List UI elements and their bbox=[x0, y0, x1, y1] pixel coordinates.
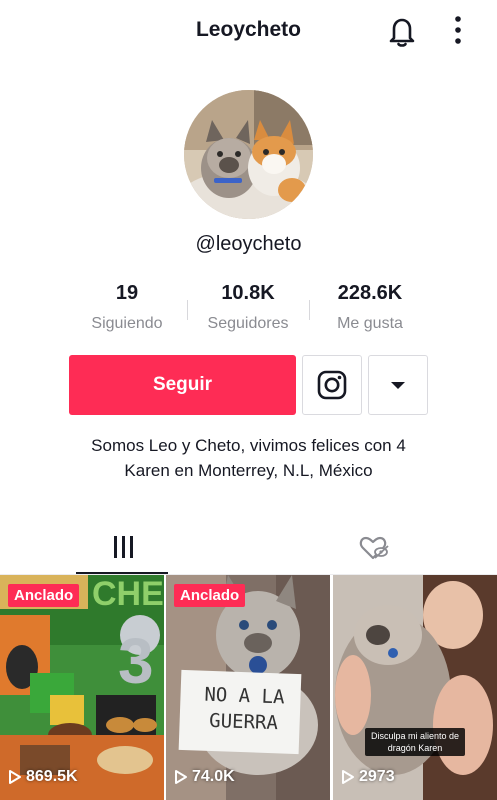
dropdown-button[interactable] bbox=[368, 355, 428, 415]
pinned-badge: Anclado bbox=[174, 584, 246, 607]
stat-label: Siguiendo bbox=[91, 315, 163, 332]
stat-followers[interactable]: 10.8K Seguidores bbox=[188, 282, 308, 333]
video-tile[interactable]: CHE 3 Anclado 869.5K bbox=[0, 575, 164, 800]
stat-value: 228.6K bbox=[337, 282, 403, 304]
bio-line: Karen en Monterrey, N.L, México bbox=[124, 461, 373, 480]
video-tile[interactable]: NO A LA GUERRA Anclado 74.0K bbox=[166, 575, 330, 800]
play-icon bbox=[175, 770, 187, 784]
page-title: Leoycheto bbox=[195, 18, 302, 41]
more-options-icon[interactable] bbox=[446, 14, 470, 48]
videos-grid-icon bbox=[114, 536, 133, 558]
video-caption: Disculpa mi aliento de dragón Karen bbox=[365, 728, 465, 756]
play-icon bbox=[9, 770, 21, 784]
stat-value: 10.8K bbox=[221, 282, 275, 304]
stat-following[interactable]: 19 Siguiendo bbox=[67, 282, 187, 333]
view-count: 2973 bbox=[341, 768, 395, 786]
play-icon bbox=[342, 770, 354, 784]
bio-line: Somos Leo y Cheto, vivimos felices con 4 bbox=[91, 436, 406, 455]
sign-text: NO A LA GUERRA bbox=[204, 683, 285, 735]
video-thumbnail: CHE 3 bbox=[0, 575, 164, 800]
view-count-value: 869.5K bbox=[26, 768, 78, 785]
profile-avatar[interactable] bbox=[184, 90, 313, 219]
instagram-icon bbox=[317, 370, 347, 400]
stat-value: 19 bbox=[115, 282, 139, 304]
pinned-badge: Anclado bbox=[8, 584, 80, 607]
view-count: 869.5K bbox=[8, 768, 78, 786]
stat-label: Me gusta bbox=[337, 315, 403, 332]
profile-bio: Somos Leo y Cheto, vivimos felices con 4… bbox=[30, 433, 467, 483]
bell-icon[interactable] bbox=[386, 14, 418, 48]
video-tile[interactable]: Disculpa mi aliento de dragón Karen 2973 bbox=[333, 575, 497, 800]
caret-down-icon bbox=[391, 382, 405, 389]
view-count: 74.0K bbox=[174, 768, 235, 786]
follow-button[interactable]: Seguir bbox=[69, 355, 296, 415]
video-thumbnail bbox=[333, 575, 497, 800]
stat-likes[interactable]: 228.6K Me gusta bbox=[310, 282, 430, 333]
svg-text:CHE: CHE bbox=[92, 575, 164, 613]
svg-text:3: 3 bbox=[118, 625, 154, 697]
liked-hidden-icon bbox=[359, 536, 389, 560]
instagram-button[interactable] bbox=[302, 355, 362, 415]
stat-label: Seguidores bbox=[207, 315, 289, 332]
top-bar: Leoycheto bbox=[0, 0, 497, 64]
view-count-value: 2973 bbox=[359, 768, 395, 785]
tab-liked[interactable] bbox=[249, 528, 497, 574]
tab-videos[interactable] bbox=[0, 528, 248, 574]
view-count-value: 74.0K bbox=[192, 768, 235, 785]
profile-handle: @leoycheto bbox=[195, 233, 302, 255]
